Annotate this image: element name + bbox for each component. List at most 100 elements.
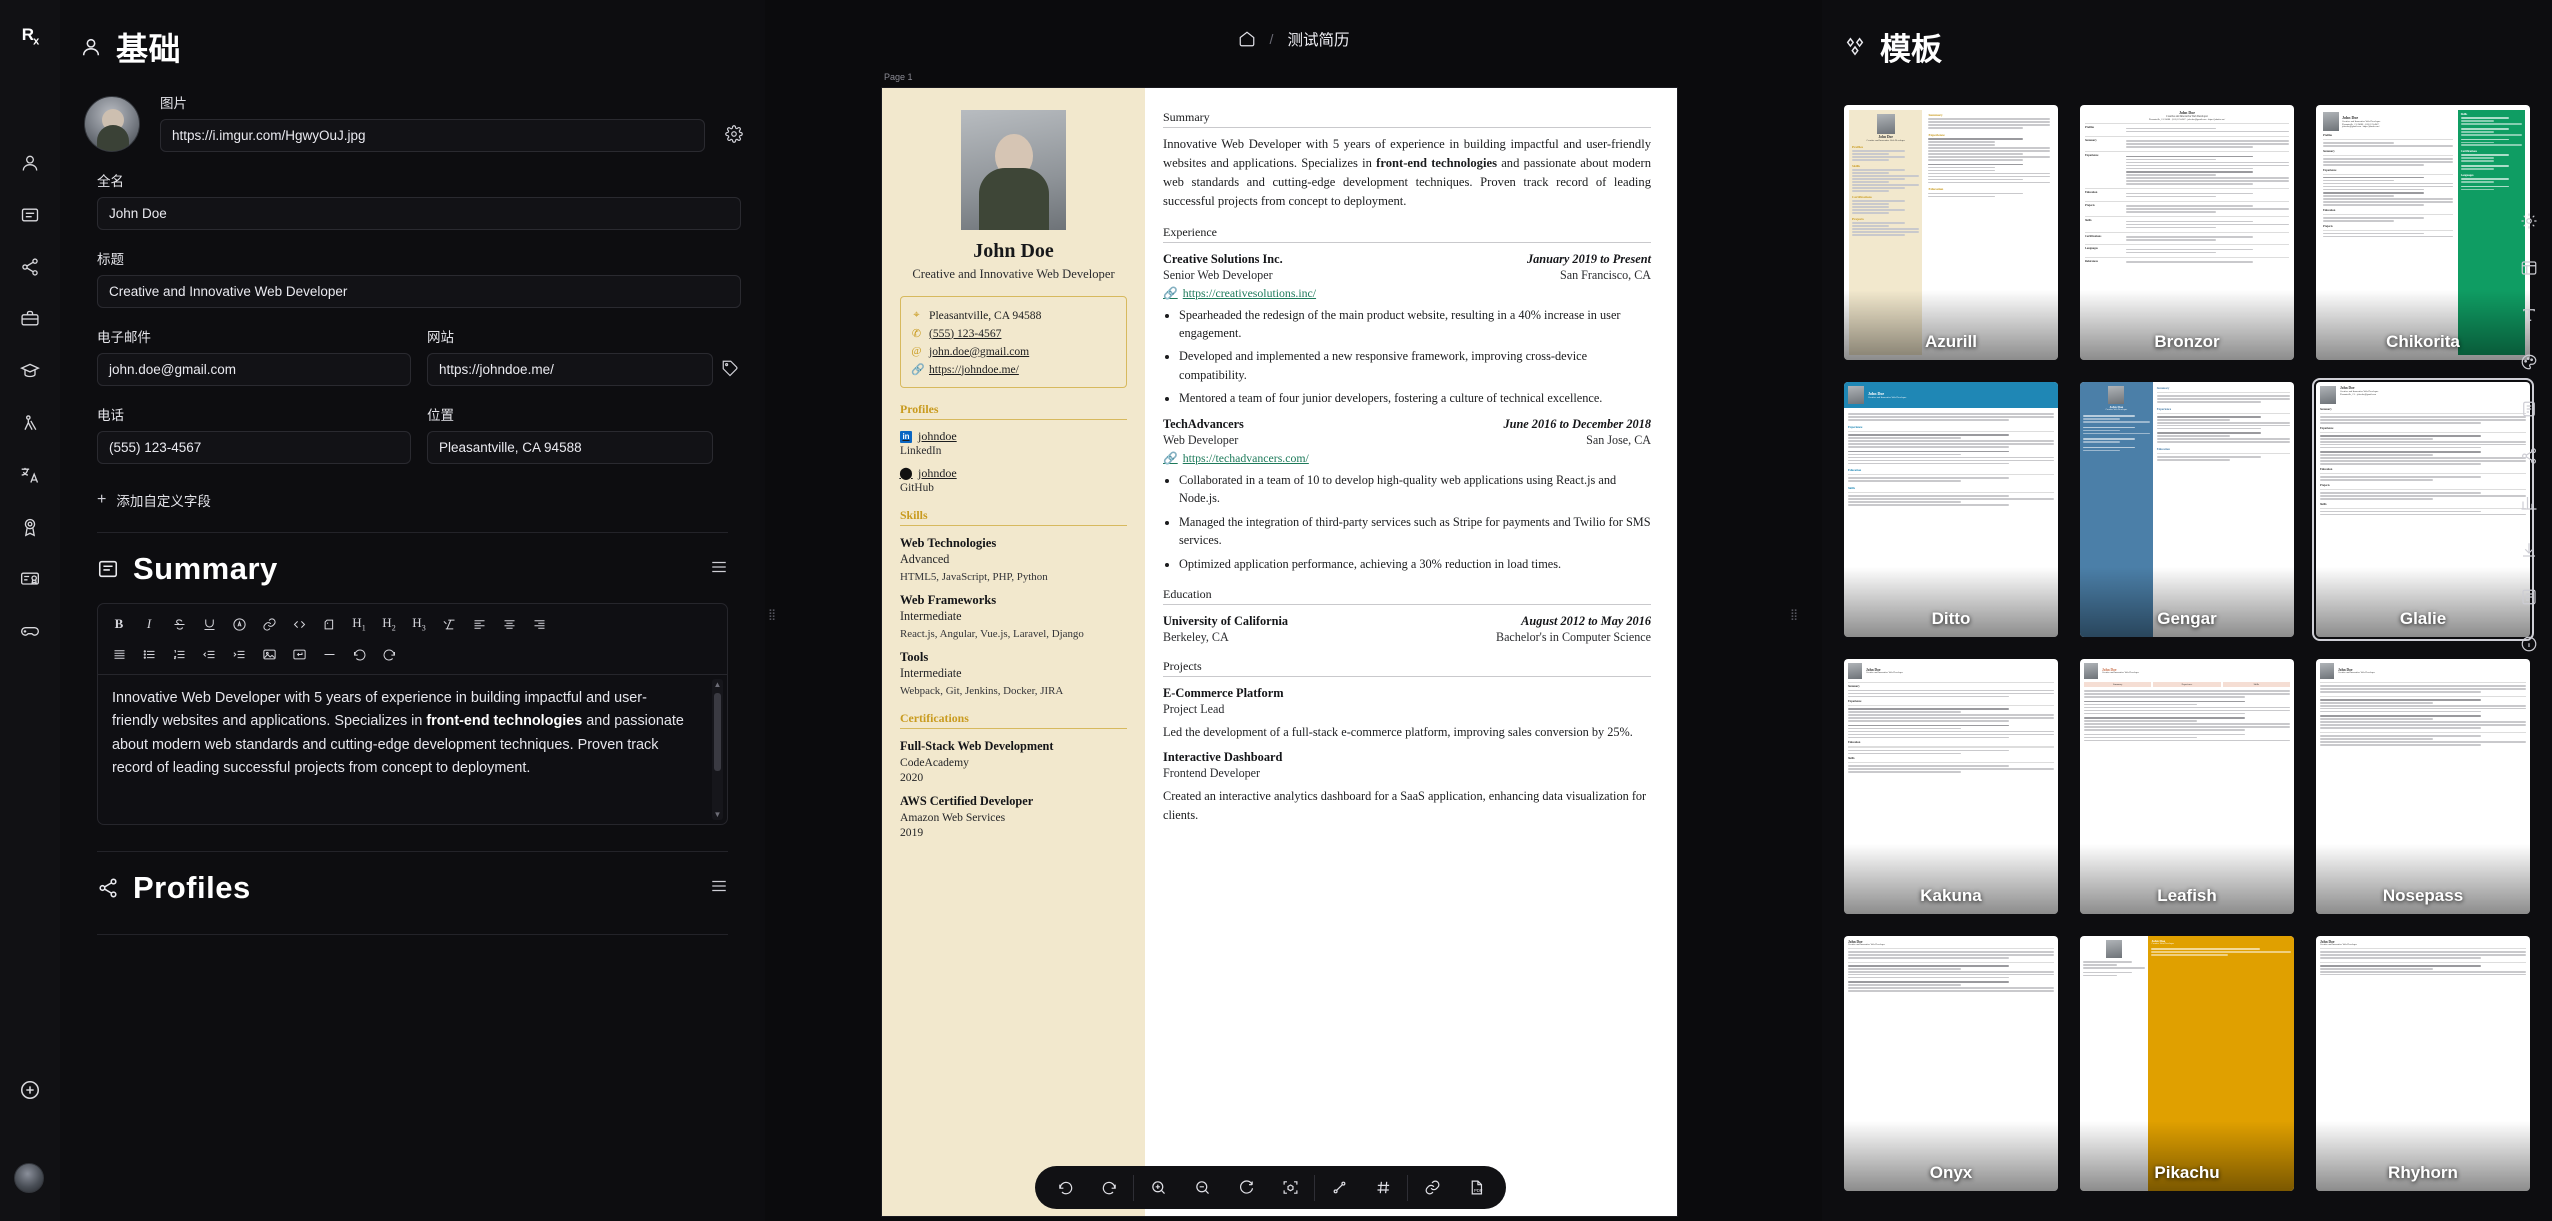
indent-button[interactable] (224, 641, 254, 667)
redo-button[interactable] (374, 641, 404, 667)
home-icon[interactable] (1238, 30, 1256, 48)
experience-link[interactable]: 🔗 https://techadvancers.com/ (1163, 451, 1651, 466)
profile-linkedin[interactable]: in johndoe LinkedIn (900, 429, 1127, 457)
template-card-leafish[interactable]: John Doe Creative and Innovative Web Deve… (2080, 659, 2294, 914)
avatar[interactable] (84, 96, 140, 152)
location-input[interactable]: Pleasantville, CA 94588 (427, 431, 713, 464)
underline-color-button[interactable] (194, 611, 224, 637)
user-avatar[interactable] (14, 1163, 44, 1193)
template-card-gengar[interactable]: John Doe Creative Web Developer Summary … (2080, 382, 2294, 637)
zoom-in-button[interactable] (1136, 1166, 1180, 1209)
undo-button[interactable] (344, 641, 374, 667)
sidebar-item-basics[interactable] (19, 152, 41, 174)
experience-link[interactable]: 🔗 https://creativesolutions.inc/ (1163, 286, 1651, 301)
sidebar-item-summary[interactable] (19, 204, 41, 226)
copy-link-button[interactable] (1410, 1166, 1454, 1209)
ruler-button[interactable] (1317, 1166, 1361, 1209)
email-input[interactable]: john.doe@gmail.com (97, 353, 411, 386)
template-card-glalie[interactable]: John Doe Creative and Innovative Web Dev… (2312, 378, 2534, 641)
undo-button[interactable] (1043, 1166, 1087, 1209)
insert-image-button[interactable] (254, 641, 284, 667)
align-justify-button[interactable] (104, 641, 134, 667)
bold-button[interactable]: B (104, 611, 134, 637)
clear-format-button[interactable] (434, 611, 464, 637)
templates-header: 模板 (1844, 0, 2530, 69)
template-card-ditto[interactable]: John Doe Creative and Innovative Web Deve… (1844, 382, 2058, 637)
template-card-rhyhorn[interactable]: John Doe Creative and Innovative Web Dev… (2316, 936, 2530, 1191)
sidebar-item-profiles[interactable] (19, 256, 41, 278)
template-card-pikachu[interactable]: John Doe Creative Web Developer Pikachu (2080, 936, 2294, 1191)
align-center-button[interactable] (494, 611, 524, 637)
italic-button[interactable]: I (134, 611, 164, 637)
horizontal-rule-button[interactable] (314, 641, 344, 667)
profiles-menu-icon[interactable] (710, 877, 728, 900)
link-button[interactable] (254, 611, 284, 637)
redo-button[interactable] (1087, 1166, 1131, 1209)
zoom-out-button[interactable] (1180, 1166, 1224, 1209)
contact-website[interactable]: 🔗 https://johndoe.me/ (911, 360, 1116, 378)
tag-icon[interactable] (721, 359, 741, 379)
template-card-bronzor[interactable]: John Doe Creative and Innovative Web Dev… (2080, 105, 2294, 360)
template-card-nosepass[interactable]: John Doe Creative and Innovative Web Deve… (2316, 659, 2530, 914)
scroll-up-arrow[interactable]: ▲ (712, 679, 723, 690)
contact-email[interactable]: @ john.doe@gmail.com (911, 342, 1116, 360)
align-left-button[interactable] (464, 611, 494, 637)
outdent-button[interactable] (194, 641, 224, 667)
palette-icon[interactable] (2520, 353, 2538, 371)
website-input[interactable]: https://johndoe.me/ (427, 353, 713, 386)
resume-artboard[interactable]: John Doe Creative and Innovative Web Dev… (882, 88, 1677, 1216)
code-button[interactable] (284, 611, 314, 637)
center-artboard-button[interactable] (1268, 1166, 1312, 1209)
template-card-onyx[interactable]: John Doe Creative and Innovative Web Dev… (1844, 936, 2058, 1191)
info-icon[interactable] (2520, 635, 2538, 653)
contact-phone[interactable]: ✆ (555) 123-4567 (911, 324, 1116, 342)
resume-certifications-heading: Certifications (900, 711, 1127, 729)
sidebar-item-skills[interactable] (19, 412, 41, 434)
sidebar-item-education[interactable] (19, 360, 41, 382)
heading-1-button[interactable]: H1 (344, 611, 374, 637)
strikethrough-button[interactable] (164, 611, 194, 637)
settings-gear-icon[interactable] (2520, 212, 2538, 230)
section-menu-icon[interactable] (710, 558, 728, 581)
page-icon[interactable] (2520, 400, 2538, 418)
align-right-button[interactable] (524, 611, 554, 637)
full-name-input[interactable]: John Doe (97, 197, 741, 230)
profile-github[interactable]: ⬤ johndoe GitHub (899, 466, 1127, 494)
picture-input[interactable]: https://i.imgur.com/HgwyOuJ.jpg (160, 119, 705, 152)
summary-textarea[interactable]: Innovative Web Developer with 5 years of… (98, 674, 727, 824)
statistics-chart-icon[interactable] (2520, 494, 2538, 512)
line-break-button[interactable] (284, 641, 314, 667)
add-custom-field-button[interactable]: + 添加自定义字段 (80, 490, 745, 510)
headline-input[interactable]: Creative and Innovative Web Developer (97, 275, 741, 308)
quote-button[interactable] (314, 611, 344, 637)
heading-3-button[interactable]: H3 (404, 611, 434, 637)
gear-icon[interactable] (725, 125, 745, 145)
layout-icon[interactable] (2520, 259, 2538, 277)
highlight-button[interactable] (224, 611, 254, 637)
grid-button[interactable] (1361, 1166, 1405, 1209)
phone-input[interactable]: (555) 123-4567 (97, 431, 411, 464)
summary-scrollbar[interactable]: ▲ ▼ (712, 679, 723, 820)
template-card-azurill[interactable]: John Doe Creative and Innovative Web Dev… (1844, 105, 2058, 360)
sidebar-item-experience[interactable] (19, 308, 41, 330)
add-section-button[interactable] (19, 1079, 41, 1101)
scroll-down-arrow[interactable]: ▼ (712, 809, 723, 820)
typography-icon[interactable] (2520, 306, 2538, 324)
notes-icon[interactable] (2520, 588, 2538, 606)
sidebar-item-certifications[interactable] (19, 568, 41, 590)
numbered-list-button[interactable] (164, 641, 194, 667)
sidebar-item-interests[interactable] (19, 620, 41, 642)
heading-2-button[interactable]: H2 (374, 611, 404, 637)
bullet-list-button[interactable] (134, 641, 164, 667)
template-card-kakuna[interactable]: John Doe Creative and Innovative Web Deve… (1844, 659, 2058, 914)
sidebar-item-languages[interactable] (19, 464, 41, 486)
scroll-thumb[interactable] (714, 693, 721, 771)
sidebar-item-awards[interactable] (19, 516, 41, 538)
download-pdf-button[interactable]: PDF (1454, 1166, 1498, 1209)
reset-zoom-button[interactable] (1224, 1166, 1268, 1209)
template-card-chikorita[interactable]: John Doe Creative and Innovative Web Deve… (2316, 105, 2530, 360)
share-nodes-icon[interactable] (2520, 447, 2538, 465)
download-icon[interactable] (2520, 541, 2538, 559)
left-resize-handle[interactable]: ⣿ (768, 608, 776, 621)
right-resize-handle[interactable]: ⣿ (1790, 608, 1798, 621)
